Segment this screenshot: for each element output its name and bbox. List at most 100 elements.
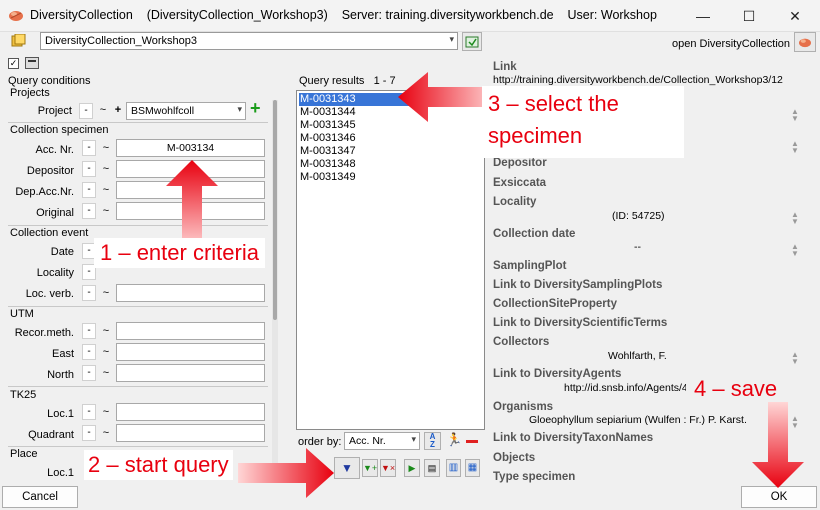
chevron-down-icon: ▾ bbox=[411, 434, 416, 444]
original-label: Original bbox=[36, 207, 74, 219]
quadrant-tilde[interactable]: ~ bbox=[99, 425, 113, 441]
tk25-loc1-tilde[interactable]: ~ bbox=[99, 404, 113, 420]
date-label: Date bbox=[50, 246, 74, 258]
result-item[interactable]: M-0031343 bbox=[299, 93, 409, 106]
database-select[interactable]: DiversityCollection_Workshop3 ▾ bbox=[40, 32, 458, 50]
utm-group-label: UTM bbox=[10, 308, 34, 320]
runner-icon[interactable]: 🏃 bbox=[446, 432, 463, 450]
loc-verb-input[interactable] bbox=[116, 284, 265, 302]
north-input[interactable] bbox=[116, 364, 265, 382]
result-item[interactable]: M-0031345 bbox=[299, 119, 409, 132]
open-collection-label[interactable]: open DiversityCollection bbox=[672, 38, 790, 50]
locality-detail-value: (ID: 54725) bbox=[612, 210, 665, 222]
result-item[interactable]: M-0031344 bbox=[299, 106, 409, 119]
spin-arrows-icon[interactable]: ▲ ▼ bbox=[790, 140, 800, 155]
place-group-label: Place bbox=[10, 448, 38, 460]
original-operator-button[interactable]: - bbox=[82, 203, 96, 219]
north-tilde[interactable]: ~ bbox=[99, 365, 113, 381]
acc-nr-value: M-003134 bbox=[166, 142, 215, 154]
query-scrollbar[interactable] bbox=[272, 100, 278, 480]
recor-meth-input[interactable] bbox=[116, 322, 265, 340]
link-agents-value[interactable]: http://id.snsb.info/Agents/4 bbox=[564, 382, 686, 394]
quadrant-input[interactable] bbox=[116, 424, 265, 442]
acc-nr-input[interactable]: M-003134 bbox=[116, 139, 265, 157]
order-by-select[interactable]: Acc. Nr. ▾ bbox=[344, 432, 420, 450]
close-button[interactable]: ✕ bbox=[772, 0, 818, 32]
remove-icon[interactable] bbox=[466, 440, 478, 443]
original-tilde[interactable]: ~ bbox=[99, 203, 113, 219]
results-list[interactable]: M-0031343 M-0031344 M-0031345 M-0031346 … bbox=[296, 90, 485, 430]
query-next-icon[interactable]: ▶ bbox=[404, 459, 420, 477]
projects-group-label: Projects bbox=[10, 87, 50, 99]
locality-detail-label: Locality bbox=[493, 196, 537, 208]
organisms-label: Organisms bbox=[493, 401, 554, 413]
spin-arrows-icon[interactable]: ▲ ▼ bbox=[790, 351, 800, 366]
dep-acc-nr-operator-button[interactable]: - bbox=[82, 182, 96, 198]
query-add-icon[interactable]: ▼+ bbox=[362, 459, 378, 477]
loc-verb-label: Loc. verb. bbox=[25, 288, 74, 300]
type-specimen-label: Type specimen bbox=[493, 471, 576, 483]
tk25-loc1-operator-button[interactable]: - bbox=[82, 404, 96, 420]
database-select-value: DiversityCollection_Workshop3 bbox=[45, 35, 198, 47]
project-select[interactable]: BSMwohlfcoll ▾ bbox=[126, 102, 246, 120]
loc-verb-operator-button[interactable]: - bbox=[82, 285, 96, 301]
east-tilde[interactable]: ~ bbox=[99, 344, 113, 360]
depositor-tilde[interactable]: ~ bbox=[99, 161, 113, 177]
spin-arrows-icon[interactable]: ▲ ▼ bbox=[790, 243, 800, 258]
divider bbox=[8, 122, 268, 123]
results-count: 1 - 7 bbox=[373, 75, 396, 87]
column-view-icon[interactable]: ▥ bbox=[446, 459, 461, 477]
database-name: (DiversityCollection_Workshop3) bbox=[146, 8, 328, 22]
acc-nr-tilde[interactable]: ~ bbox=[99, 140, 113, 156]
event-group-label: Collection event bbox=[10, 227, 89, 239]
recor-meth-operator-button[interactable]: - bbox=[82, 323, 96, 339]
north-label: North bbox=[47, 369, 74, 381]
database-icon[interactable] bbox=[10, 33, 26, 48]
east-label: East bbox=[51, 348, 74, 360]
spin-arrows-icon[interactable]: ▲ ▼ bbox=[790, 108, 800, 123]
result-item[interactable]: M-0031346 bbox=[299, 132, 409, 145]
spin-arrows-icon[interactable]: ▲ ▼ bbox=[790, 211, 800, 226]
depositor-operator-button[interactable]: - bbox=[82, 161, 96, 177]
collection-date-label: Collection date bbox=[493, 228, 576, 240]
query-list-icon[interactable]: ▤ bbox=[424, 459, 440, 477]
open-collection-button[interactable] bbox=[794, 32, 816, 52]
cancel-button[interactable]: Cancel bbox=[2, 486, 78, 508]
annotation-step-3-line-2: specimen bbox=[488, 123, 583, 148]
tk25-loc1-input[interactable] bbox=[116, 403, 265, 421]
result-item[interactable]: M-0031348 bbox=[299, 158, 409, 171]
project-tilde[interactable]: ~ bbox=[96, 102, 110, 118]
sort-az-icon[interactable]: AZ bbox=[424, 432, 441, 450]
exsiccata-label: Exsiccata bbox=[493, 177, 547, 189]
connect-button[interactable] bbox=[462, 32, 482, 51]
grid-view-icon[interactable]: ▦ bbox=[465, 459, 480, 477]
start-query-button[interactable]: ▼ bbox=[334, 457, 360, 479]
link-value[interactable]: http://training.diversityworkbench.de/Co… bbox=[493, 74, 783, 86]
query-remove-icon[interactable]: ▼× bbox=[380, 459, 396, 477]
query-scrollbar-thumb[interactable] bbox=[273, 100, 277, 320]
sampling-plot-label: SamplingPlot bbox=[493, 260, 567, 272]
loc-verb-tilde[interactable]: ~ bbox=[99, 285, 113, 301]
recor-meth-tilde[interactable]: ~ bbox=[99, 323, 113, 339]
east-operator-button[interactable]: - bbox=[82, 344, 96, 360]
project-plus[interactable]: + bbox=[111, 102, 125, 118]
minimize-button[interactable]: — bbox=[680, 0, 726, 32]
maximize-button[interactable]: ☐ bbox=[726, 0, 772, 32]
dep-acc-nr-tilde[interactable]: ~ bbox=[99, 182, 113, 198]
calculator-icon[interactable] bbox=[25, 57, 39, 69]
annotation-step-1: 1 – enter criteria bbox=[94, 238, 265, 268]
link-agents-label: Link to DiversityAgents bbox=[493, 368, 622, 380]
checkbox-icon[interactable]: ✓ bbox=[8, 58, 19, 69]
add-project-icon[interactable]: + bbox=[250, 99, 264, 117]
project-operator-button[interactable]: - bbox=[79, 103, 93, 119]
acc-nr-operator-button[interactable]: - bbox=[82, 140, 96, 156]
ok-button[interactable]: OK bbox=[741, 486, 817, 508]
quadrant-operator-button[interactable]: - bbox=[82, 425, 96, 441]
result-item[interactable]: M-0031347 bbox=[299, 145, 409, 158]
server-label: Server: training.diversityworkbench.de bbox=[341, 8, 554, 22]
annotation-arrow-down bbox=[752, 402, 804, 488]
north-operator-button[interactable]: - bbox=[82, 365, 96, 381]
east-input[interactable] bbox=[116, 343, 265, 361]
annotation-step-3: 3 – select the specimen bbox=[482, 86, 684, 158]
result-item[interactable]: M-0031349 bbox=[299, 171, 409, 184]
